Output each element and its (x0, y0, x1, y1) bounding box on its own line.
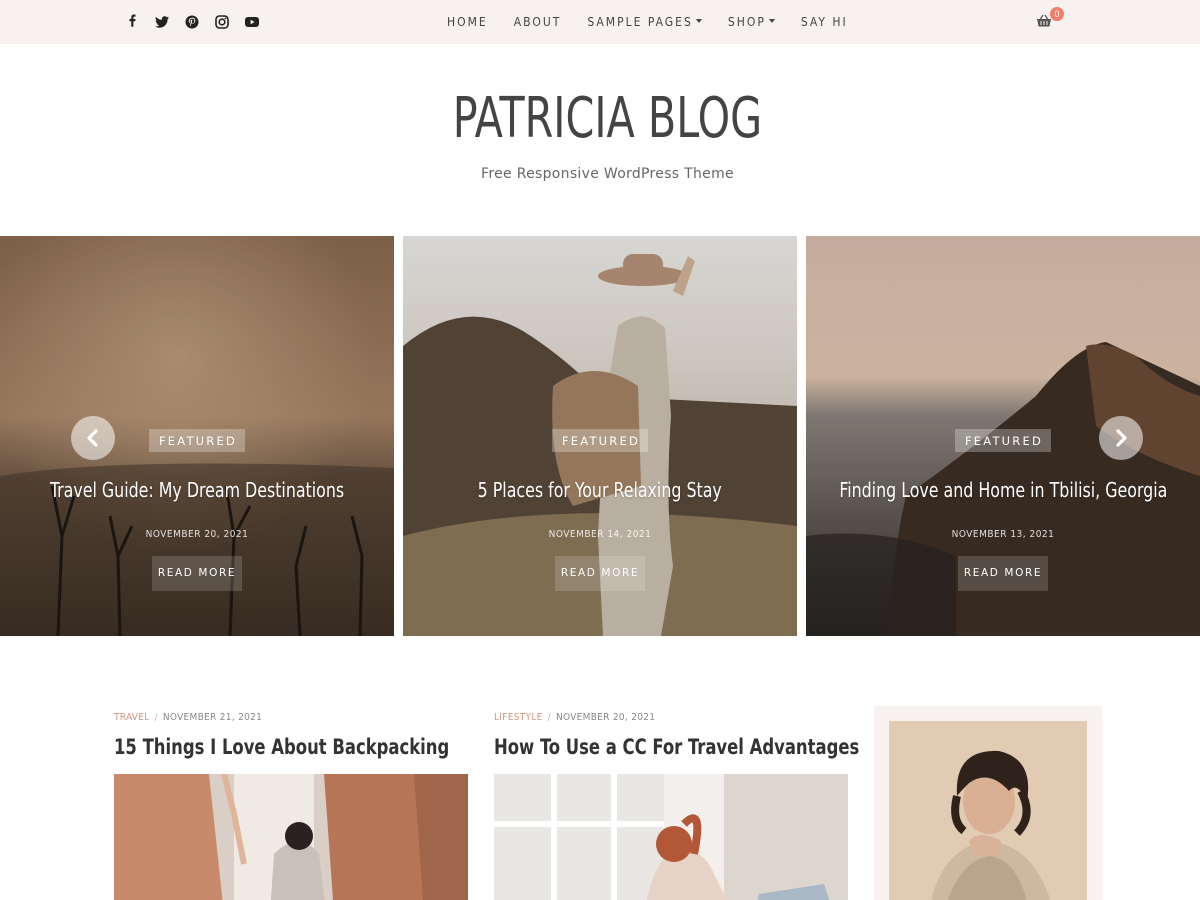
slide-1[interactable]: FEATURED Travel Guide: My Dream Destinat… (0, 236, 394, 636)
nav-home[interactable]: HOME (447, 15, 488, 29)
post-title[interactable]: How To Use a CC For Travel Advantages (494, 735, 859, 759)
facebook-icon[interactable] (124, 14, 140, 30)
nav-about[interactable]: ABOUT (514, 15, 562, 29)
pinterest-icon[interactable] (184, 14, 200, 30)
chevron-left-icon (87, 429, 98, 447)
site-title[interactable]: PATRICIA BLOG (109, 86, 1105, 151)
post-category[interactable]: LIFESTYLE (494, 712, 543, 723)
slide-title[interactable]: Travel Guide: My Dream Destinations (0, 478, 394, 502)
nav-say-hi[interactable]: SAY HI (801, 15, 848, 29)
slider-next-button[interactable] (1099, 416, 1143, 460)
caret-down-icon (695, 19, 702, 23)
read-more-button[interactable]: READ MORE (958, 556, 1048, 591)
nav-sample-pages[interactable]: SAMPLE PAGES (587, 15, 702, 29)
slide-title[interactable]: 5 Places for Your Relaxing Stay (403, 478, 797, 502)
read-more-button[interactable]: READ MORE (152, 556, 242, 591)
sidebar-about-widget (874, 706, 1102, 900)
twitter-icon[interactable] (154, 14, 170, 30)
featured-badge[interactable]: FEATURED (148, 429, 246, 452)
author-photo (889, 721, 1087, 900)
post-meta: TRAVEL / NOVEMBER 21, 2021 (114, 712, 263, 723)
post-date: NOVEMBER 21, 2021 (162, 712, 263, 723)
slide-date: NOVEMBER 20, 2021 (145, 529, 249, 540)
caret-down-icon (768, 19, 775, 23)
slide-title[interactable]: Finding Love and Home in Tbilisi, Georgi… (806, 478, 1200, 502)
featured-badge[interactable]: FEATURED (551, 429, 649, 452)
post-card: LIFESTYLE / NOVEMBER 20, 2021 How To Use a… (494, 712, 859, 900)
slide-date: NOVEMBER 14, 2021 (548, 529, 652, 540)
post-title[interactable]: 15 Things I Love About Backpacking (114, 735, 449, 759)
post-thumbnail[interactable] (494, 774, 848, 900)
chevron-right-icon (1116, 429, 1127, 447)
youtube-icon[interactable] (244, 14, 260, 30)
site-tagline: Free Responsive WordPress Theme (481, 166, 734, 182)
cart-count-badge: 0 (1050, 7, 1064, 21)
read-more-button[interactable]: READ MORE (555, 556, 645, 591)
post-card: TRAVEL / NOVEMBER 21, 2021 15 Things I Lov… (114, 712, 468, 900)
nav-shop[interactable]: SHOP (728, 15, 775, 29)
main-navigation: HOME ABOUT SAMPLE PAGES SHOP SAY HI (447, 15, 848, 29)
post-category[interactable]: TRAVEL (114, 712, 150, 723)
social-links (124, 14, 260, 30)
slider-prev-button[interactable] (71, 416, 115, 460)
instagram-icon[interactable] (214, 14, 230, 30)
slide-date: NOVEMBER 13, 2021 (951, 529, 1055, 540)
slide-2[interactable]: FEATURED 5 Places for Your Relaxing Stay… (403, 236, 797, 636)
post-meta: LIFESTYLE / NOVEMBER 20, 2021 (494, 712, 656, 723)
top-bar: HOME ABOUT SAMPLE PAGES SHOP SAY HI 0 (0, 0, 1200, 44)
post-date: NOVEMBER 20, 2021 (555, 712, 656, 723)
post-thumbnail[interactable] (114, 774, 468, 900)
featured-badge[interactable]: FEATURED (954, 429, 1052, 452)
